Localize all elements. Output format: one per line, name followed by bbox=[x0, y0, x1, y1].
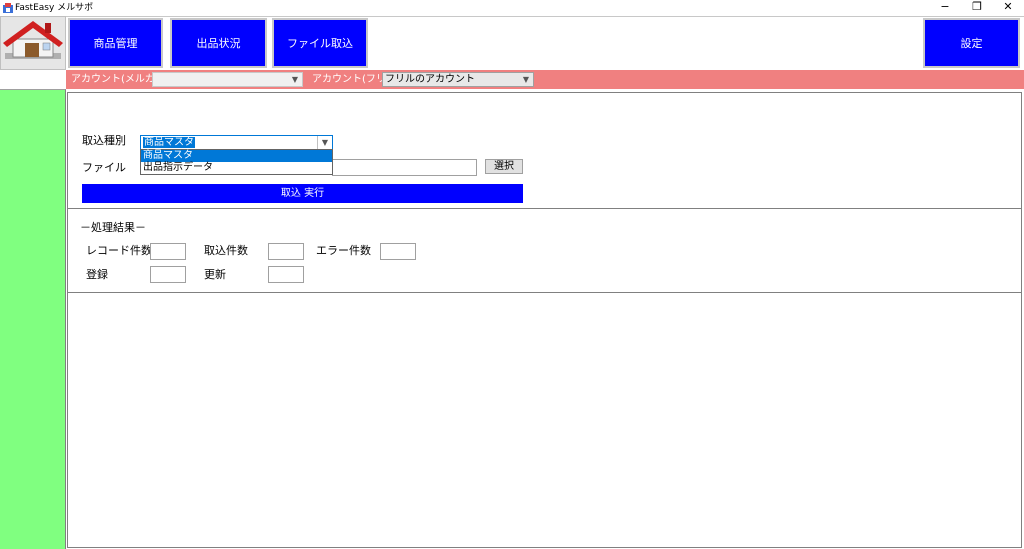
minimize-button[interactable]: − bbox=[930, 0, 960, 16]
restore-button[interactable]: ❐ bbox=[962, 0, 992, 16]
error-count-label: エラー件数 bbox=[316, 244, 371, 257]
product-management-button[interactable]: 商品管理 bbox=[68, 18, 163, 68]
chevron-down-icon: ▼ bbox=[291, 75, 299, 84]
title-bar bbox=[0, 0, 1024, 16]
import-count-field bbox=[268, 243, 304, 260]
fril-account-select[interactable]: フリルのアカウント ▼ bbox=[382, 72, 534, 87]
import-count-label: 取込件数 bbox=[204, 244, 248, 257]
home-icon bbox=[3, 21, 63, 59]
dropdown-option-product-master[interactable]: 商品マスタ bbox=[141, 150, 332, 162]
record-count-field bbox=[150, 243, 186, 260]
import-type-dropdown-list: 商品マスタ 出品指示データ bbox=[140, 149, 333, 175]
record-count-label: レコード件数 bbox=[86, 244, 152, 257]
select-file-button[interactable]: 選択 bbox=[485, 159, 523, 174]
dropdown-option-listing-data[interactable]: 出品指示データ bbox=[141, 162, 332, 174]
file-path-input[interactable] bbox=[332, 159, 477, 176]
listing-status-button[interactable]: 出品状況 bbox=[170, 18, 267, 68]
file-label: ファイル bbox=[82, 161, 126, 174]
settings-button[interactable]: 設定 bbox=[923, 18, 1020, 68]
error-count-field bbox=[380, 243, 416, 260]
update-label: 更新 bbox=[204, 268, 226, 281]
import-type-label: 取込種別 bbox=[82, 134, 126, 147]
mercari-account-select[interactable]: ▼ bbox=[152, 72, 303, 87]
register-count-field bbox=[150, 266, 186, 283]
execute-import-button[interactable]: 取込 実行 bbox=[82, 184, 523, 203]
register-label: 登録 bbox=[86, 268, 108, 281]
app-icon bbox=[3, 3, 13, 13]
chevron-down-icon: ▼ bbox=[317, 136, 332, 149]
home-button[interactable] bbox=[0, 16, 66, 70]
fril-account-value: フリルのアカウント bbox=[385, 74, 475, 85]
update-count-field bbox=[268, 266, 304, 283]
chevron-down-icon: ▼ bbox=[522, 75, 530, 84]
log-panel bbox=[67, 292, 1022, 548]
close-button[interactable]: ✕ bbox=[993, 0, 1023, 16]
window-title: FastEasy メルサポ bbox=[15, 3, 94, 13]
results-heading: －処理結果－ bbox=[80, 221, 146, 234]
import-type-value: 商品マスタ bbox=[143, 137, 195, 148]
file-import-button[interactable]: ファイル取込 bbox=[272, 18, 368, 68]
left-sidebar bbox=[0, 89, 66, 549]
